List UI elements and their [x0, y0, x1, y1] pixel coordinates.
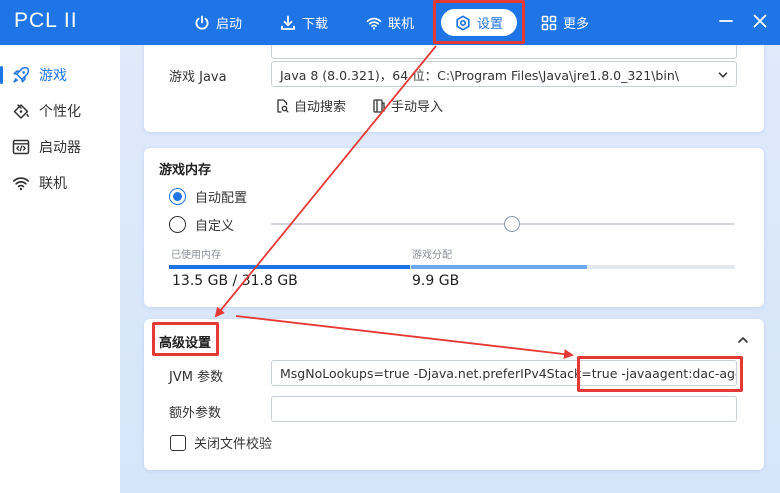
- nav-more[interactable]: 更多: [533, 9, 597, 36]
- jvm-label: JVM 参数: [169, 370, 224, 385]
- nav-launch-label: 启动: [216, 17, 243, 32]
- memory-custom-label: 自定义: [195, 219, 235, 234]
- radio-selected-indicator: [169, 188, 186, 205]
- nav-download-label: 下载: [302, 17, 329, 32]
- sidebar-item-game[interactable]: 游戏: [0, 60, 120, 90]
- java-select[interactable]: Java 8 (8.0.321)，64 位：C:\Program Files\J…: [271, 61, 737, 87]
- app-title: PCL II: [14, 9, 78, 32]
- chevron-up-icon[interactable]: [736, 333, 750, 347]
- nav-online[interactable]: 联机: [358, 9, 422, 36]
- chevron-down-icon: [718, 72, 728, 78]
- manual-import-label: 手动导入: [391, 100, 444, 115]
- folder-import-icon: [373, 98, 385, 113]
- wifi-icon: [366, 17, 382, 29]
- code-window-icon: [12, 139, 30, 155]
- sidebar-item-personalize[interactable]: 个性化: [0, 96, 120, 126]
- java-card: 游戏 Java Java 8 (8.0.321)，64 位：C:\Program…: [144, 45, 764, 132]
- manual-import-button[interactable]: 手动导入: [372, 96, 443, 115]
- sidebar-item-label: 联机: [39, 176, 67, 192]
- disable-file-check-checkbox[interactable]: 关闭文件校验: [170, 433, 272, 452]
- memory-auto-radio[interactable]: 自动配置: [169, 187, 247, 206]
- checkbox-box: [170, 434, 186, 451]
- sidebar: 游戏 个性化 启动器 联机: [0, 45, 120, 493]
- sidebar-item-label: 个性化: [39, 104, 81, 120]
- sidebar-item-label: 启动器: [39, 140, 81, 156]
- power-icon: [195, 15, 209, 29]
- memory-custom-radio[interactable]: 自定义: [169, 215, 234, 234]
- alloc-memory-bar: [411, 265, 587, 269]
- close-icon[interactable]: [751, 12, 769, 30]
- nav-launch[interactable]: 启动: [186, 9, 250, 36]
- nav-settings[interactable]: 设置: [441, 9, 517, 36]
- nav-online-label: 联机: [388, 17, 415, 32]
- used-memory-label: 已使用内存: [171, 250, 221, 261]
- alloc-memory-label: 游戏分配: [412, 250, 452, 261]
- nav-more-label: 更多: [563, 17, 590, 32]
- previous-field[interactable]: [271, 45, 737, 59]
- minimize-icon[interactable]: [717, 12, 735, 30]
- memory-slider-thumb[interactable]: [504, 216, 520, 232]
- memory-slider-track[interactable]: [271, 223, 734, 225]
- memory-card: 游戏内存 自动配置 自定义 已使用内存 游戏分配 13.5 GB / 31.8 …: [144, 148, 764, 307]
- grid-icon: [541, 15, 557, 30]
- search-file-icon: [277, 98, 289, 113]
- used-memory-value: 13.5 GB / 31.8 GB: [172, 273, 298, 289]
- jvm-args-value: MsgNoLookups=true -Djava.net.preferIPv4S…: [280, 365, 737, 381]
- advanced-title: 高级设置: [159, 336, 212, 351]
- auto-search-label: 自动搜索: [294, 100, 347, 115]
- extra-args-label: 额外参数: [169, 406, 222, 421]
- extra-args-input[interactable]: [271, 396, 737, 422]
- alloc-memory-value: 9.9 GB: [412, 273, 460, 289]
- settings-gear-icon: [456, 14, 470, 31]
- palette-icon: [13, 104, 30, 119]
- auto-search-button[interactable]: 自动搜索: [275, 96, 346, 115]
- java-label: 游戏 Java: [169, 70, 227, 85]
- advanced-card: 高级设置 JVM 参数 MsgNoLookups=true -Djava.net…: [144, 319, 764, 470]
- nav-settings-label: 设置: [476, 17, 503, 32]
- sidebar-item-launcher[interactable]: 启动器: [0, 132, 120, 162]
- sidebar-item-label: 游戏: [39, 68, 67, 84]
- memory-auto-label: 自动配置: [195, 191, 248, 206]
- jvm-args-input[interactable]: MsgNoLookups=true -Djava.net.preferIPv4S…: [271, 360, 737, 386]
- memory-title: 游戏内存: [159, 163, 212, 178]
- sidebar-item-online[interactable]: 联机: [0, 168, 120, 198]
- download-icon: [281, 15, 295, 30]
- used-memory-bar: [169, 265, 410, 269]
- wifi-icon: [12, 177, 30, 191]
- nav-download[interactable]: 下载: [272, 9, 336, 36]
- radio-unselected-indicator: [169, 216, 186, 233]
- disable-file-check-label: 关闭文件校验: [194, 437, 273, 452]
- title-bar: PCL II 启动 下载 联机 设置 更多: [0, 0, 780, 45]
- java-select-value: Java 8 (8.0.321)，64 位：C:\Program Files\J…: [280, 67, 679, 83]
- rocket-icon: [13, 67, 30, 83]
- settings-content: 游戏 Java Java 8 (8.0.321)，64 位：C:\Program…: [120, 45, 780, 493]
